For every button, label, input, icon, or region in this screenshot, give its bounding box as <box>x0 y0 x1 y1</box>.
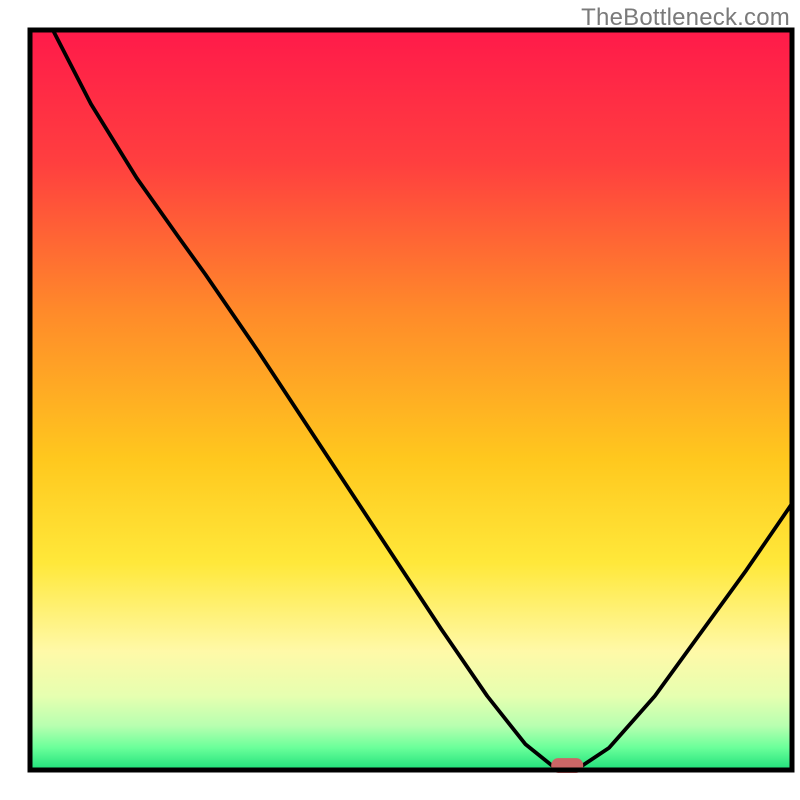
chart-container: TheBottleneck.com <box>0 0 800 800</box>
plot-area <box>30 30 792 773</box>
watermark-text: TheBottleneck.com <box>581 4 790 32</box>
chart-background <box>30 30 792 770</box>
bottleneck-chart <box>0 0 800 800</box>
